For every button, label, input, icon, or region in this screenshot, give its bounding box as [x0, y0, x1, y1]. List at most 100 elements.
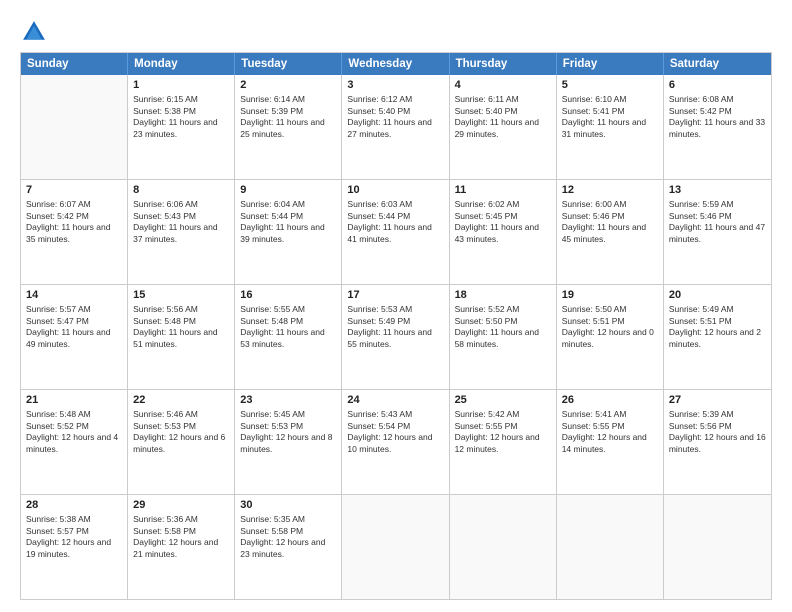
calendar-header-cell: Sunday [21, 53, 128, 75]
day-number: 12 [562, 183, 658, 198]
calendar-cell: 18Sunrise: 5:52 AM Sunset: 5:50 PM Dayli… [450, 285, 557, 389]
cell-details: Sunrise: 6:10 AM Sunset: 5:41 PM Dayligh… [562, 94, 658, 141]
calendar-cell: 12Sunrise: 6:00 AM Sunset: 5:46 PM Dayli… [557, 180, 664, 284]
day-number: 26 [562, 393, 658, 408]
calendar-cell: 11Sunrise: 6:02 AM Sunset: 5:45 PM Dayli… [450, 180, 557, 284]
calendar-week-row: 1Sunrise: 6:15 AM Sunset: 5:38 PM Daylig… [21, 75, 771, 180]
day-number: 29 [133, 498, 229, 513]
day-number: 22 [133, 393, 229, 408]
calendar-header: SundayMondayTuesdayWednesdayThursdayFrid… [21, 53, 771, 75]
calendar-header-cell: Friday [557, 53, 664, 75]
day-number: 21 [26, 393, 122, 408]
calendar-cell: 30Sunrise: 5:35 AM Sunset: 5:58 PM Dayli… [235, 495, 342, 599]
cell-details: Sunrise: 6:03 AM Sunset: 5:44 PM Dayligh… [347, 199, 443, 246]
cell-details: Sunrise: 5:46 AM Sunset: 5:53 PM Dayligh… [133, 409, 229, 456]
day-number: 7 [26, 183, 122, 198]
calendar-cell: 7Sunrise: 6:07 AM Sunset: 5:42 PM Daylig… [21, 180, 128, 284]
day-number: 27 [669, 393, 766, 408]
day-number: 4 [455, 78, 551, 93]
calendar-cell: 10Sunrise: 6:03 AM Sunset: 5:44 PM Dayli… [342, 180, 449, 284]
calendar-cell: 14Sunrise: 5:57 AM Sunset: 5:47 PM Dayli… [21, 285, 128, 389]
calendar-cell [342, 495, 449, 599]
day-number: 28 [26, 498, 122, 513]
calendar-cell: 8Sunrise: 6:06 AM Sunset: 5:43 PM Daylig… [128, 180, 235, 284]
day-number: 11 [455, 183, 551, 198]
calendar-week-row: 7Sunrise: 6:07 AM Sunset: 5:42 PM Daylig… [21, 180, 771, 285]
day-number: 30 [240, 498, 336, 513]
day-number: 8 [133, 183, 229, 198]
calendar-cell: 28Sunrise: 5:38 AM Sunset: 5:57 PM Dayli… [21, 495, 128, 599]
cell-details: Sunrise: 6:15 AM Sunset: 5:38 PM Dayligh… [133, 94, 229, 141]
calendar-header-cell: Saturday [664, 53, 771, 75]
cell-details: Sunrise: 5:39 AM Sunset: 5:56 PM Dayligh… [669, 409, 766, 456]
calendar-header-cell: Wednesday [342, 53, 449, 75]
day-number: 13 [669, 183, 766, 198]
calendar-cell: 21Sunrise: 5:48 AM Sunset: 5:52 PM Dayli… [21, 390, 128, 494]
calendar-cell [557, 495, 664, 599]
day-number: 10 [347, 183, 443, 198]
cell-details: Sunrise: 5:41 AM Sunset: 5:55 PM Dayligh… [562, 409, 658, 456]
calendar-cell: 29Sunrise: 5:36 AM Sunset: 5:58 PM Dayli… [128, 495, 235, 599]
calendar-cell: 23Sunrise: 5:45 AM Sunset: 5:53 PM Dayli… [235, 390, 342, 494]
day-number: 1 [133, 78, 229, 93]
day-number: 14 [26, 288, 122, 303]
calendar-cell [450, 495, 557, 599]
day-number: 17 [347, 288, 443, 303]
calendar-cell: 26Sunrise: 5:41 AM Sunset: 5:55 PM Dayli… [557, 390, 664, 494]
cell-details: Sunrise: 5:49 AM Sunset: 5:51 PM Dayligh… [669, 304, 766, 351]
cell-details: Sunrise: 6:12 AM Sunset: 5:40 PM Dayligh… [347, 94, 443, 141]
cell-details: Sunrise: 5:45 AM Sunset: 5:53 PM Dayligh… [240, 409, 336, 456]
cell-details: Sunrise: 5:56 AM Sunset: 5:48 PM Dayligh… [133, 304, 229, 351]
cell-details: Sunrise: 5:43 AM Sunset: 5:54 PM Dayligh… [347, 409, 443, 456]
calendar-cell: 13Sunrise: 5:59 AM Sunset: 5:46 PM Dayli… [664, 180, 771, 284]
calendar-cell: 25Sunrise: 5:42 AM Sunset: 5:55 PM Dayli… [450, 390, 557, 494]
cell-details: Sunrise: 5:36 AM Sunset: 5:58 PM Dayligh… [133, 514, 229, 561]
day-number: 15 [133, 288, 229, 303]
day-number: 20 [669, 288, 766, 303]
calendar-cell: 20Sunrise: 5:49 AM Sunset: 5:51 PM Dayli… [664, 285, 771, 389]
day-number: 24 [347, 393, 443, 408]
header [20, 18, 772, 46]
calendar-header-cell: Thursday [450, 53, 557, 75]
calendar-cell: 5Sunrise: 6:10 AM Sunset: 5:41 PM Daylig… [557, 75, 664, 179]
logo [20, 18, 52, 46]
logo-icon [20, 18, 48, 46]
cell-details: Sunrise: 6:14 AM Sunset: 5:39 PM Dayligh… [240, 94, 336, 141]
calendar-cell: 6Sunrise: 6:08 AM Sunset: 5:42 PM Daylig… [664, 75, 771, 179]
page: SundayMondayTuesdayWednesdayThursdayFrid… [0, 0, 792, 612]
cell-details: Sunrise: 6:06 AM Sunset: 5:43 PM Dayligh… [133, 199, 229, 246]
calendar-cell: 22Sunrise: 5:46 AM Sunset: 5:53 PM Dayli… [128, 390, 235, 494]
calendar-cell: 19Sunrise: 5:50 AM Sunset: 5:51 PM Dayli… [557, 285, 664, 389]
day-number: 23 [240, 393, 336, 408]
cell-details: Sunrise: 6:04 AM Sunset: 5:44 PM Dayligh… [240, 199, 336, 246]
cell-details: Sunrise: 6:08 AM Sunset: 5:42 PM Dayligh… [669, 94, 766, 141]
cell-details: Sunrise: 5:48 AM Sunset: 5:52 PM Dayligh… [26, 409, 122, 456]
cell-details: Sunrise: 5:53 AM Sunset: 5:49 PM Dayligh… [347, 304, 443, 351]
day-number: 18 [455, 288, 551, 303]
calendar-header-cell: Monday [128, 53, 235, 75]
calendar-cell: 24Sunrise: 5:43 AM Sunset: 5:54 PM Dayli… [342, 390, 449, 494]
calendar: SundayMondayTuesdayWednesdayThursdayFrid… [20, 52, 772, 600]
cell-details: Sunrise: 5:35 AM Sunset: 5:58 PM Dayligh… [240, 514, 336, 561]
cell-details: Sunrise: 5:59 AM Sunset: 5:46 PM Dayligh… [669, 199, 766, 246]
calendar-cell: 27Sunrise: 5:39 AM Sunset: 5:56 PM Dayli… [664, 390, 771, 494]
cell-details: Sunrise: 6:11 AM Sunset: 5:40 PM Dayligh… [455, 94, 551, 141]
calendar-week-row: 14Sunrise: 5:57 AM Sunset: 5:47 PM Dayli… [21, 285, 771, 390]
day-number: 3 [347, 78, 443, 93]
day-number: 6 [669, 78, 766, 93]
day-number: 19 [562, 288, 658, 303]
cell-details: Sunrise: 6:02 AM Sunset: 5:45 PM Dayligh… [455, 199, 551, 246]
calendar-week-row: 21Sunrise: 5:48 AM Sunset: 5:52 PM Dayli… [21, 390, 771, 495]
calendar-cell: 3Sunrise: 6:12 AM Sunset: 5:40 PM Daylig… [342, 75, 449, 179]
calendar-cell [664, 495, 771, 599]
cell-details: Sunrise: 6:07 AM Sunset: 5:42 PM Dayligh… [26, 199, 122, 246]
calendar-cell [21, 75, 128, 179]
calendar-body: 1Sunrise: 6:15 AM Sunset: 5:38 PM Daylig… [21, 75, 771, 599]
day-number: 16 [240, 288, 336, 303]
cell-details: Sunrise: 5:57 AM Sunset: 5:47 PM Dayligh… [26, 304, 122, 351]
calendar-cell: 2Sunrise: 6:14 AM Sunset: 5:39 PM Daylig… [235, 75, 342, 179]
calendar-week-row: 28Sunrise: 5:38 AM Sunset: 5:57 PM Dayli… [21, 495, 771, 599]
calendar-cell: 4Sunrise: 6:11 AM Sunset: 5:40 PM Daylig… [450, 75, 557, 179]
cell-details: Sunrise: 5:50 AM Sunset: 5:51 PM Dayligh… [562, 304, 658, 351]
calendar-cell: 1Sunrise: 6:15 AM Sunset: 5:38 PM Daylig… [128, 75, 235, 179]
